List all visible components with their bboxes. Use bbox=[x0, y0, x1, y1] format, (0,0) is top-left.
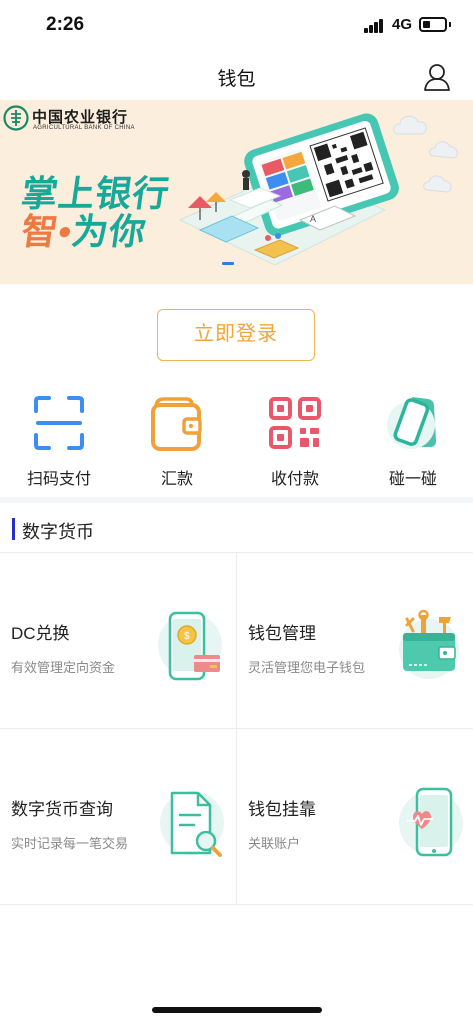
action-tap[interactable]: 碰一碰 bbox=[363, 393, 463, 493]
page-title: 钱包 bbox=[217, 69, 256, 90]
svg-text:A: A bbox=[310, 214, 316, 224]
card-title: 数字货币查询 bbox=[11, 800, 113, 819]
status-time: 2:26 bbox=[46, 14, 85, 35]
phone-tap-icon bbox=[387, 397, 436, 449]
profile-button[interactable] bbox=[420, 60, 454, 94]
card-title: DC兑换 bbox=[11, 624, 70, 643]
section-accent-bar bbox=[12, 518, 15, 540]
action-scan-pay[interactable]: 扫码支付 bbox=[9, 393, 109, 493]
action-label: 扫码支付 bbox=[26, 471, 91, 488]
svg-text:$: $ bbox=[184, 631, 190, 642]
card-subtitle: 灵活管理您电子钱包 bbox=[248, 660, 366, 675]
card-dc-exchange[interactable]: DC兑换 有效管理定向资金 $ bbox=[0, 553, 236, 729]
card-title: 钱包管理 bbox=[248, 624, 316, 643]
user-icon bbox=[424, 64, 450, 91]
nav-bar: 钱包 bbox=[0, 52, 473, 100]
battery-icon bbox=[419, 17, 447, 32]
bank-name: 中国农业银行 bbox=[32, 108, 129, 126]
battery-fill bbox=[423, 21, 430, 28]
banner-illustration: A bbox=[178, 113, 458, 266]
abc-logo-icon bbox=[3, 105, 29, 131]
phone-coin-icon: $ bbox=[158, 611, 222, 681]
phone-heart-icon bbox=[399, 787, 463, 857]
action-remittance[interactable]: 汇款 bbox=[127, 393, 227, 493]
wallet-icon bbox=[151, 397, 202, 451]
home-indicator bbox=[152, 1007, 322, 1013]
signal-icon bbox=[364, 19, 384, 33]
action-label: 碰一碰 bbox=[388, 471, 437, 488]
action-label: 汇款 bbox=[160, 471, 193, 488]
wallet-tools-icon bbox=[399, 609, 459, 679]
slogan-rest: 为你 bbox=[69, 211, 150, 252]
scan-icon bbox=[34, 396, 84, 450]
network-label: 4G bbox=[392, 16, 413, 33]
bank-name-en: AGRICULTURAL BANK OF CHINA bbox=[33, 125, 135, 131]
card-subtitle: 有效管理定向资金 bbox=[11, 660, 116, 675]
card-wallet-binding[interactable]: 钱包挂靠 关联账户 bbox=[236, 729, 473, 905]
document-search-icon bbox=[160, 791, 224, 857]
battery-cap bbox=[449, 22, 451, 27]
action-label: 收付款 bbox=[270, 471, 319, 488]
promo-banner[interactable]: 中国农业银行 AGRICULTURAL BANK OF CHINA 掌上银行 智… bbox=[0, 100, 473, 284]
digital-currency-grid: DC兑换 有效管理定向资金 $ 钱包管理 灵活管理您电子钱包 数字货币查询 实时… bbox=[0, 552, 473, 905]
slogan-highlight: 智 bbox=[18, 211, 62, 252]
card-subtitle: 关联账户 bbox=[248, 836, 301, 851]
qrcode-icon bbox=[269, 397, 321, 449]
carousel-indicator bbox=[222, 262, 234, 265]
action-collect-pay[interactable]: 收付款 bbox=[245, 393, 345, 493]
section-title: 数字货币 bbox=[22, 522, 94, 542]
banner-slogan-line2: 智•为你 bbox=[18, 203, 150, 255]
section-divider bbox=[0, 497, 473, 503]
cloud-icon bbox=[393, 115, 458, 193]
card-title: 钱包挂靠 bbox=[248, 800, 316, 819]
card-subtitle: 实时记录每一笔交易 bbox=[11, 836, 129, 851]
card-wallet-management[interactable]: 钱包管理 灵活管理您电子钱包 bbox=[236, 553, 473, 729]
status-bar: 2:26 4G bbox=[0, 0, 473, 52]
card-currency-query[interactable]: 数字货币查询 实时记录每一笔交易 bbox=[0, 729, 236, 905]
login-button[interactable]: 立即登录 bbox=[157, 309, 315, 361]
